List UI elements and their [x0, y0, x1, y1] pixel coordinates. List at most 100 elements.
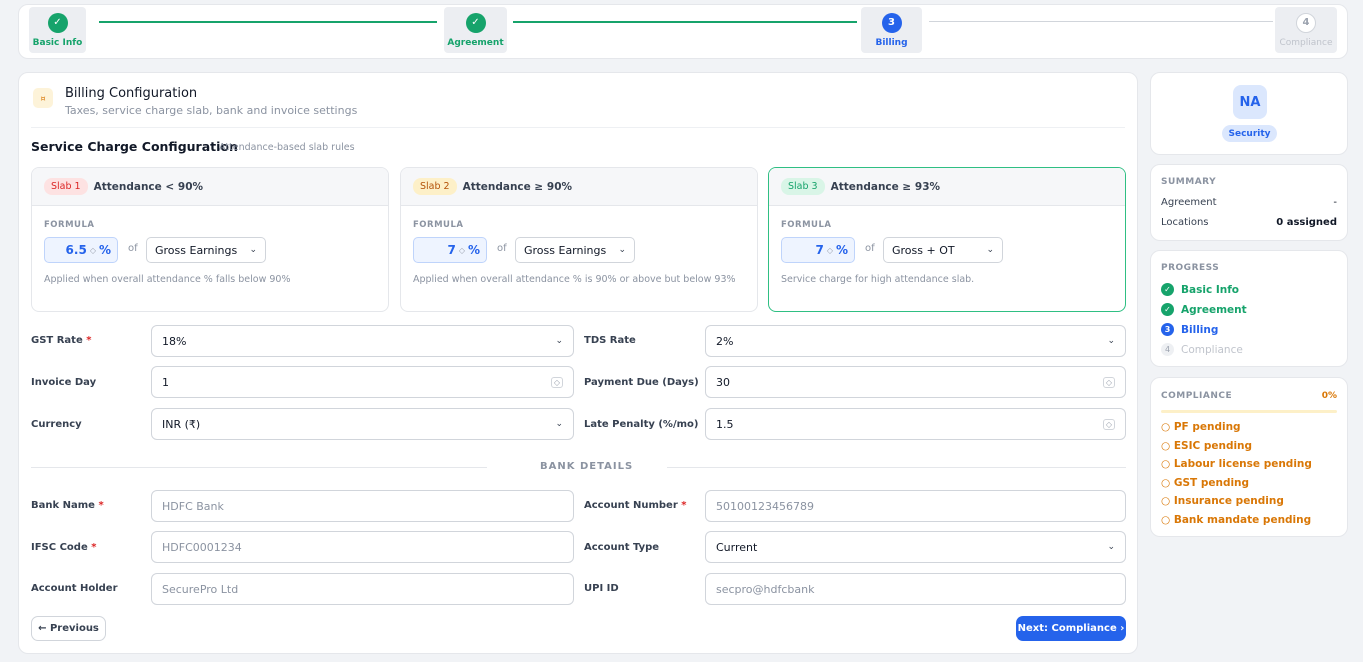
- agreement-value: -: [1333, 197, 1337, 208]
- percent-input[interactable]: 7 ◇%: [781, 237, 855, 263]
- wizard-stepper: ✓ Basic Info ✓ Agreement 3 Billing 4 Com…: [18, 4, 1348, 59]
- compliance-title: COMPLIANCE: [1161, 391, 1233, 401]
- profile-card: NA Security: [1150, 72, 1348, 155]
- percent-value: 6.5: [65, 243, 87, 257]
- step-number: 4: [1296, 12, 1316, 33]
- base-value: Gross Earnings: [524, 243, 607, 257]
- slab-badge: Slab 2: [413, 178, 457, 195]
- step-label: Compliance: [1279, 37, 1333, 48]
- step-number: 4: [1161, 343, 1174, 356]
- base-select[interactable]: Gross Earnings ⌄: [515, 237, 635, 263]
- spinner-icon[interactable]: ◇: [827, 246, 833, 255]
- tds-rate-select[interactable]: 2% ⌄: [705, 325, 1126, 357]
- percent-input[interactable]: 6.5 ◇%: [44, 237, 118, 263]
- currency-value: INR (₹): [162, 417, 201, 431]
- step-agreement[interactable]: ✓ Agreement: [444, 7, 507, 53]
- chevron-down-icon: ⌄: [618, 245, 626, 255]
- formula-label: FORMULA: [44, 220, 95, 230]
- currency-select[interactable]: INR (₹) ⌄: [151, 408, 574, 440]
- account-type-label: Account Type: [584, 542, 660, 553]
- late-penalty-value: 1.5: [716, 417, 734, 431]
- section-subtitle: Attendance-based slab rules: [219, 142, 355, 153]
- payment-due-input[interactable]: 30 ◇: [705, 366, 1126, 398]
- step-connector: [513, 21, 857, 23]
- role-badge: Security: [1222, 125, 1277, 142]
- gst-rate-select[interactable]: 18% ⌄: [151, 325, 574, 357]
- slab-header: Slab 1 Attendance < 90%: [32, 168, 388, 206]
- spinner-icon[interactable]: ◇: [1102, 376, 1115, 388]
- page-title: Billing Configuration: [65, 86, 198, 101]
- ifsc-label: IFSC Code *: [31, 542, 97, 553]
- summary-title: SUMMARY: [1161, 177, 1217, 187]
- account-holder-placeholder: SecurePro Ltd: [162, 582, 239, 596]
- invoice-day-value: 1: [162, 375, 169, 389]
- gst-rate-value: 18%: [162, 334, 187, 348]
- spinner-icon[interactable]: ◇: [459, 246, 465, 255]
- base-select[interactable]: Gross + OT ⌄: [883, 237, 1003, 263]
- percent-value: 7: [447, 243, 456, 257]
- check-icon: ✓: [1161, 303, 1174, 316]
- step-basic-info[interactable]: ✓ Basic Info: [29, 7, 86, 53]
- spinner-icon[interactable]: ◇: [550, 376, 563, 388]
- payment-due-value: 30: [716, 375, 730, 389]
- locations-value: 0 assigned: [1276, 217, 1337, 228]
- progress-card: PROGRESS ✓ Basic Info ✓ Agreement 3 Billing…: [1150, 250, 1348, 367]
- compliance-item: ○ Labour license pending: [1161, 458, 1312, 470]
- chevron-down-icon: ⌄: [1107, 336, 1115, 346]
- chevron-down-icon: ⌄: [555, 419, 563, 429]
- upi-label: UPI ID: [584, 583, 619, 594]
- formula-label: FORMULA: [781, 220, 832, 230]
- account-holder-label: Account Holder: [31, 583, 118, 594]
- progress-item-basic-info: ✓ Basic Info: [1161, 283, 1239, 296]
- spinner-icon[interactable]: ◇: [1102, 418, 1115, 430]
- page-subtitle: Taxes, service charge slab, bank and inv…: [65, 104, 358, 117]
- slab-header: Slab 2 Attendance ≥ 90%: [401, 168, 757, 206]
- progress-item-compliance: 4 Compliance: [1161, 343, 1243, 356]
- late-penalty-input[interactable]: 1.5 ◇: [705, 408, 1126, 440]
- ifsc-input[interactable]: HDFC0001234: [151, 531, 574, 563]
- check-icon: ✓: [465, 12, 486, 33]
- compliance-progress-bar: [1161, 410, 1337, 413]
- percent-unit: %: [835, 243, 848, 257]
- chevron-down-icon: ⌄: [986, 245, 994, 255]
- step-label: Agreement: [447, 37, 504, 48]
- bank-name-label: Bank Name *: [31, 500, 104, 511]
- bank-name-placeholder: HDFC Bank: [162, 499, 224, 513]
- previous-button[interactable]: ← Previous: [31, 616, 106, 641]
- compliance-item: ○ GST pending: [1161, 477, 1250, 489]
- divider: [31, 127, 1125, 128]
- account-holder-input[interactable]: SecurePro Ltd: [151, 573, 574, 605]
- percent-value: 7: [815, 243, 824, 257]
- ifsc-placeholder: HDFC0001234: [162, 540, 242, 554]
- percent-unit: %: [98, 243, 111, 257]
- upi-input[interactable]: secpro@hdfcbank: [705, 573, 1126, 605]
- step-connector: [929, 21, 1273, 22]
- step-billing[interactable]: 3 Billing: [861, 7, 922, 53]
- progress-title: PROGRESS: [1161, 263, 1220, 273]
- slab-card-2: Slab 2 Attendance ≥ 90% FORMULA 7 ◇% of G…: [400, 167, 758, 312]
- section-title: Service Charge Configuration: [31, 139, 238, 154]
- slab-condition: Attendance < 90%: [93, 180, 204, 193]
- slab-card-1: Slab 1 Attendance < 90% FORMULA 6.5 ◇% of…: [31, 167, 389, 312]
- payment-due-label: Payment Due (Days): [584, 377, 699, 388]
- next-compliance-button[interactable]: Next: Compliance ›: [1016, 616, 1126, 641]
- bank-name-input[interactable]: HDFC Bank: [151, 490, 574, 522]
- spinner-icon[interactable]: ◇: [90, 246, 96, 255]
- base-select[interactable]: Gross Earnings ⌄: [146, 237, 266, 263]
- slab-description: Service charge for high attendance slab.: [781, 274, 975, 285]
- step-number: 3: [1161, 323, 1174, 336]
- check-icon: ✓: [1161, 283, 1174, 296]
- step-compliance[interactable]: 4 Compliance: [1275, 7, 1337, 53]
- account-type-select[interactable]: Current ⌄: [705, 531, 1126, 563]
- currency-label: Currency: [31, 419, 82, 430]
- compliance-card: COMPLIANCE 0% ○ PF pending ○ ESIC pendin…: [1150, 377, 1348, 537]
- percent-input[interactable]: 7 ◇%: [413, 237, 487, 263]
- chevron-down-icon: ⌄: [249, 245, 257, 255]
- percent-unit: %: [467, 243, 480, 257]
- summary-card: SUMMARY Agreement - Locations 0 assigned: [1150, 164, 1348, 241]
- account-number-input[interactable]: 50100123456789: [705, 490, 1126, 522]
- step-number: 3: [881, 12, 902, 33]
- slab-condition: Attendance ≥ 93%: [830, 180, 941, 193]
- invoice-day-input[interactable]: 1 ◇: [151, 366, 574, 398]
- compliance-percent: 0%: [1321, 391, 1337, 401]
